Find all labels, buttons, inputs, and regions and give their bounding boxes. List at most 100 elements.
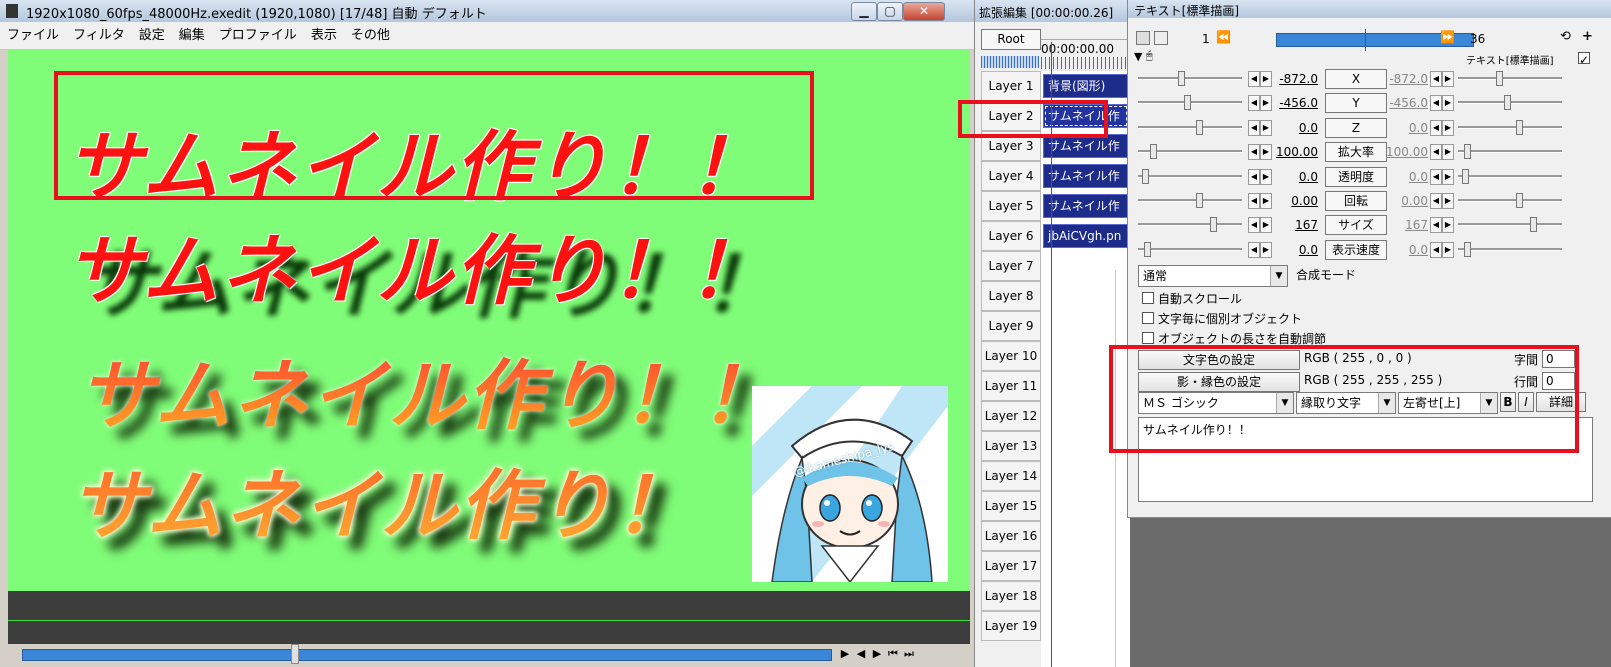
- object-visible-checkbox[interactable]: ✓: [1578, 52, 1590, 67]
- minimize-button[interactable]: ▁: [851, 2, 877, 21]
- param-end-value[interactable]: -872.0: [1384, 72, 1428, 86]
- decrement-icon[interactable]: ◀: [1248, 168, 1260, 185]
- increment-icon[interactable]: ▶: [1442, 217, 1454, 234]
- param-start-value[interactable]: 0.0: [1274, 121, 1318, 135]
- next-frame-icon[interactable]: ▶: [870, 645, 884, 663]
- image-icon[interactable]: [1154, 31, 1168, 45]
- slider-knob[interactable]: [1178, 71, 1185, 86]
- layer-label[interactable]: Layer 15: [981, 491, 1041, 521]
- maximize-button[interactable]: ▢: [877, 2, 903, 21]
- increment-icon[interactable]: ▶: [1260, 119, 1272, 136]
- menu-settings[interactable]: 設定: [132, 22, 172, 49]
- param-end-slider[interactable]: [1458, 174, 1562, 178]
- layer-label[interactable]: Layer 6: [981, 221, 1041, 251]
- clip-background-shape[interactable]: 背景(図形): [1043, 74, 1129, 98]
- layer-label[interactable]: Layer 1: [981, 71, 1041, 101]
- param-start-slider[interactable]: [1138, 77, 1242, 80]
- timeline-title-bar[interactable]: 拡張編集 [00:00:00.26]: [975, 0, 1130, 22]
- decrement-icon[interactable]: ◀: [1248, 217, 1260, 234]
- decrement-icon[interactable]: ◀: [1248, 241, 1260, 258]
- increment-icon[interactable]: ▶: [1260, 144, 1272, 161]
- param-start-slider[interactable]: [1138, 247, 1242, 251]
- increment-icon[interactable]: ▶: [1260, 168, 1272, 185]
- auto-length-checkbox[interactable]: [1142, 332, 1154, 344]
- layer-label[interactable]: Layer 11: [981, 371, 1041, 401]
- layer-label[interactable]: Layer 4: [981, 161, 1041, 191]
- slider-knob[interactable]: [1150, 144, 1157, 160]
- timeline-scroll[interactable]: [1041, 29, 1130, 40]
- param-end-value[interactable]: 167: [1384, 218, 1428, 232]
- layer-label[interactable]: Layer 5: [981, 191, 1041, 221]
- param-start-value[interactable]: 100.00: [1274, 145, 1318, 159]
- param-start-slider[interactable]: [1138, 223, 1242, 227]
- layer-label[interactable]: Layer 9: [981, 311, 1041, 341]
- prev-frame-icon[interactable]: ◀: [854, 645, 868, 663]
- param-name-button[interactable]: Z: [1325, 117, 1387, 138]
- increment-icon[interactable]: ▶: [1442, 95, 1454, 112]
- first-frame-icon[interactable]: ⏮: [886, 645, 900, 663]
- param-start-value[interactable]: 0.0: [1274, 243, 1318, 257]
- clip-image-layer6[interactable]: jbAiCVgh.pn: [1043, 224, 1129, 248]
- param-end-value[interactable]: 0.0: [1384, 170, 1428, 184]
- rewind-icon[interactable]: ⏪: [1216, 30, 1231, 44]
- decrement-icon[interactable]: ◀: [1430, 144, 1442, 161]
- param-start-value[interactable]: 0.00: [1274, 194, 1318, 208]
- preview-title-bar[interactable]: 1920x1080_60fps_48000Hz.exedit (1920,108…: [0, 0, 976, 23]
- play-icon[interactable]: ▶: [838, 645, 852, 663]
- slider-knob[interactable]: [1496, 71, 1503, 86]
- param-end-slider[interactable]: [1458, 223, 1562, 227]
- slider-knob[interactable]: [1516, 193, 1523, 208]
- last-frame-icon[interactable]: ⏭: [902, 645, 916, 663]
- layer-label[interactable]: Layer 18: [981, 581, 1041, 611]
- decrement-icon[interactable]: ◀: [1248, 193, 1260, 209]
- add-icon[interactable]: +: [1582, 29, 1593, 44]
- slider-knob[interactable]: [1464, 241, 1471, 257]
- param-start-value[interactable]: -872.0: [1274, 72, 1318, 86]
- slider-knob[interactable]: [1516, 119, 1523, 135]
- decrement-icon[interactable]: ◀: [1430, 193, 1442, 209]
- increment-icon[interactable]: ▶: [1260, 193, 1272, 209]
- param-name-button[interactable]: X: [1325, 69, 1387, 89]
- decrement-icon[interactable]: ◀: [1430, 71, 1442, 87]
- increment-icon[interactable]: ▶: [1260, 95, 1272, 112]
- menu-view[interactable]: 表示: [304, 22, 344, 49]
- param-end-value[interactable]: 0.0: [1384, 121, 1428, 135]
- zoom-ruler[interactable]: [981, 56, 1039, 68]
- increment-icon[interactable]: ▶: [1260, 241, 1272, 258]
- layer-label[interactable]: Layer 17: [981, 551, 1041, 581]
- param-end-value[interactable]: 100.00: [1384, 145, 1428, 159]
- seek-slider[interactable]: [22, 649, 832, 661]
- collapse-triangle-icon[interactable]: ▼: [1134, 50, 1142, 63]
- param-name-button[interactable]: サイズ: [1325, 215, 1387, 236]
- param-name-button[interactable]: 透明度: [1325, 166, 1387, 187]
- close-button[interactable]: ✕: [903, 2, 945, 21]
- decrement-icon[interactable]: ◀: [1248, 71, 1260, 87]
- param-end-value[interactable]: 0.0: [1384, 243, 1428, 257]
- layer-label[interactable]: Layer 19: [981, 611, 1041, 641]
- param-name-button[interactable]: 回転: [1325, 191, 1387, 211]
- slider-knob[interactable]: [1184, 95, 1191, 111]
- slider-knob[interactable]: [1142, 168, 1149, 184]
- clip-text-layer4[interactable]: サムネイル作: [1043, 164, 1129, 188]
- increment-icon[interactable]: ▶: [1260, 217, 1272, 234]
- layer-label[interactable]: Layer 16: [981, 521, 1041, 551]
- menu-profile[interactable]: プロファイル: [212, 22, 304, 49]
- decrement-icon[interactable]: ◀: [1248, 95, 1260, 112]
- param-name-button[interactable]: 拡大率: [1325, 142, 1387, 163]
- clip-text-layer5[interactable]: サムネイル作: [1043, 194, 1129, 218]
- param-start-slider[interactable]: [1138, 199, 1242, 202]
- param-end-slider[interactable]: [1458, 77, 1562, 80]
- camera-icon[interactable]: [1136, 31, 1150, 45]
- layer-label[interactable]: Layer 8: [981, 281, 1041, 311]
- layer-label[interactable]: Layer 12: [981, 401, 1041, 431]
- slider-knob[interactable]: [1530, 217, 1537, 233]
- decrement-icon[interactable]: ◀: [1248, 119, 1260, 136]
- param-name-button[interactable]: 表示速度: [1325, 239, 1387, 260]
- auto-scroll-checkbox[interactable]: [1142, 292, 1154, 304]
- seek-knob[interactable]: [291, 644, 299, 664]
- param-start-value[interactable]: -456.0: [1274, 96, 1318, 110]
- param-start-slider[interactable]: [1138, 125, 1242, 129]
- increment-icon[interactable]: ▶: [1442, 119, 1454, 136]
- increment-icon[interactable]: ▶: [1260, 71, 1272, 87]
- layer-label[interactable]: Layer 7: [981, 251, 1041, 281]
